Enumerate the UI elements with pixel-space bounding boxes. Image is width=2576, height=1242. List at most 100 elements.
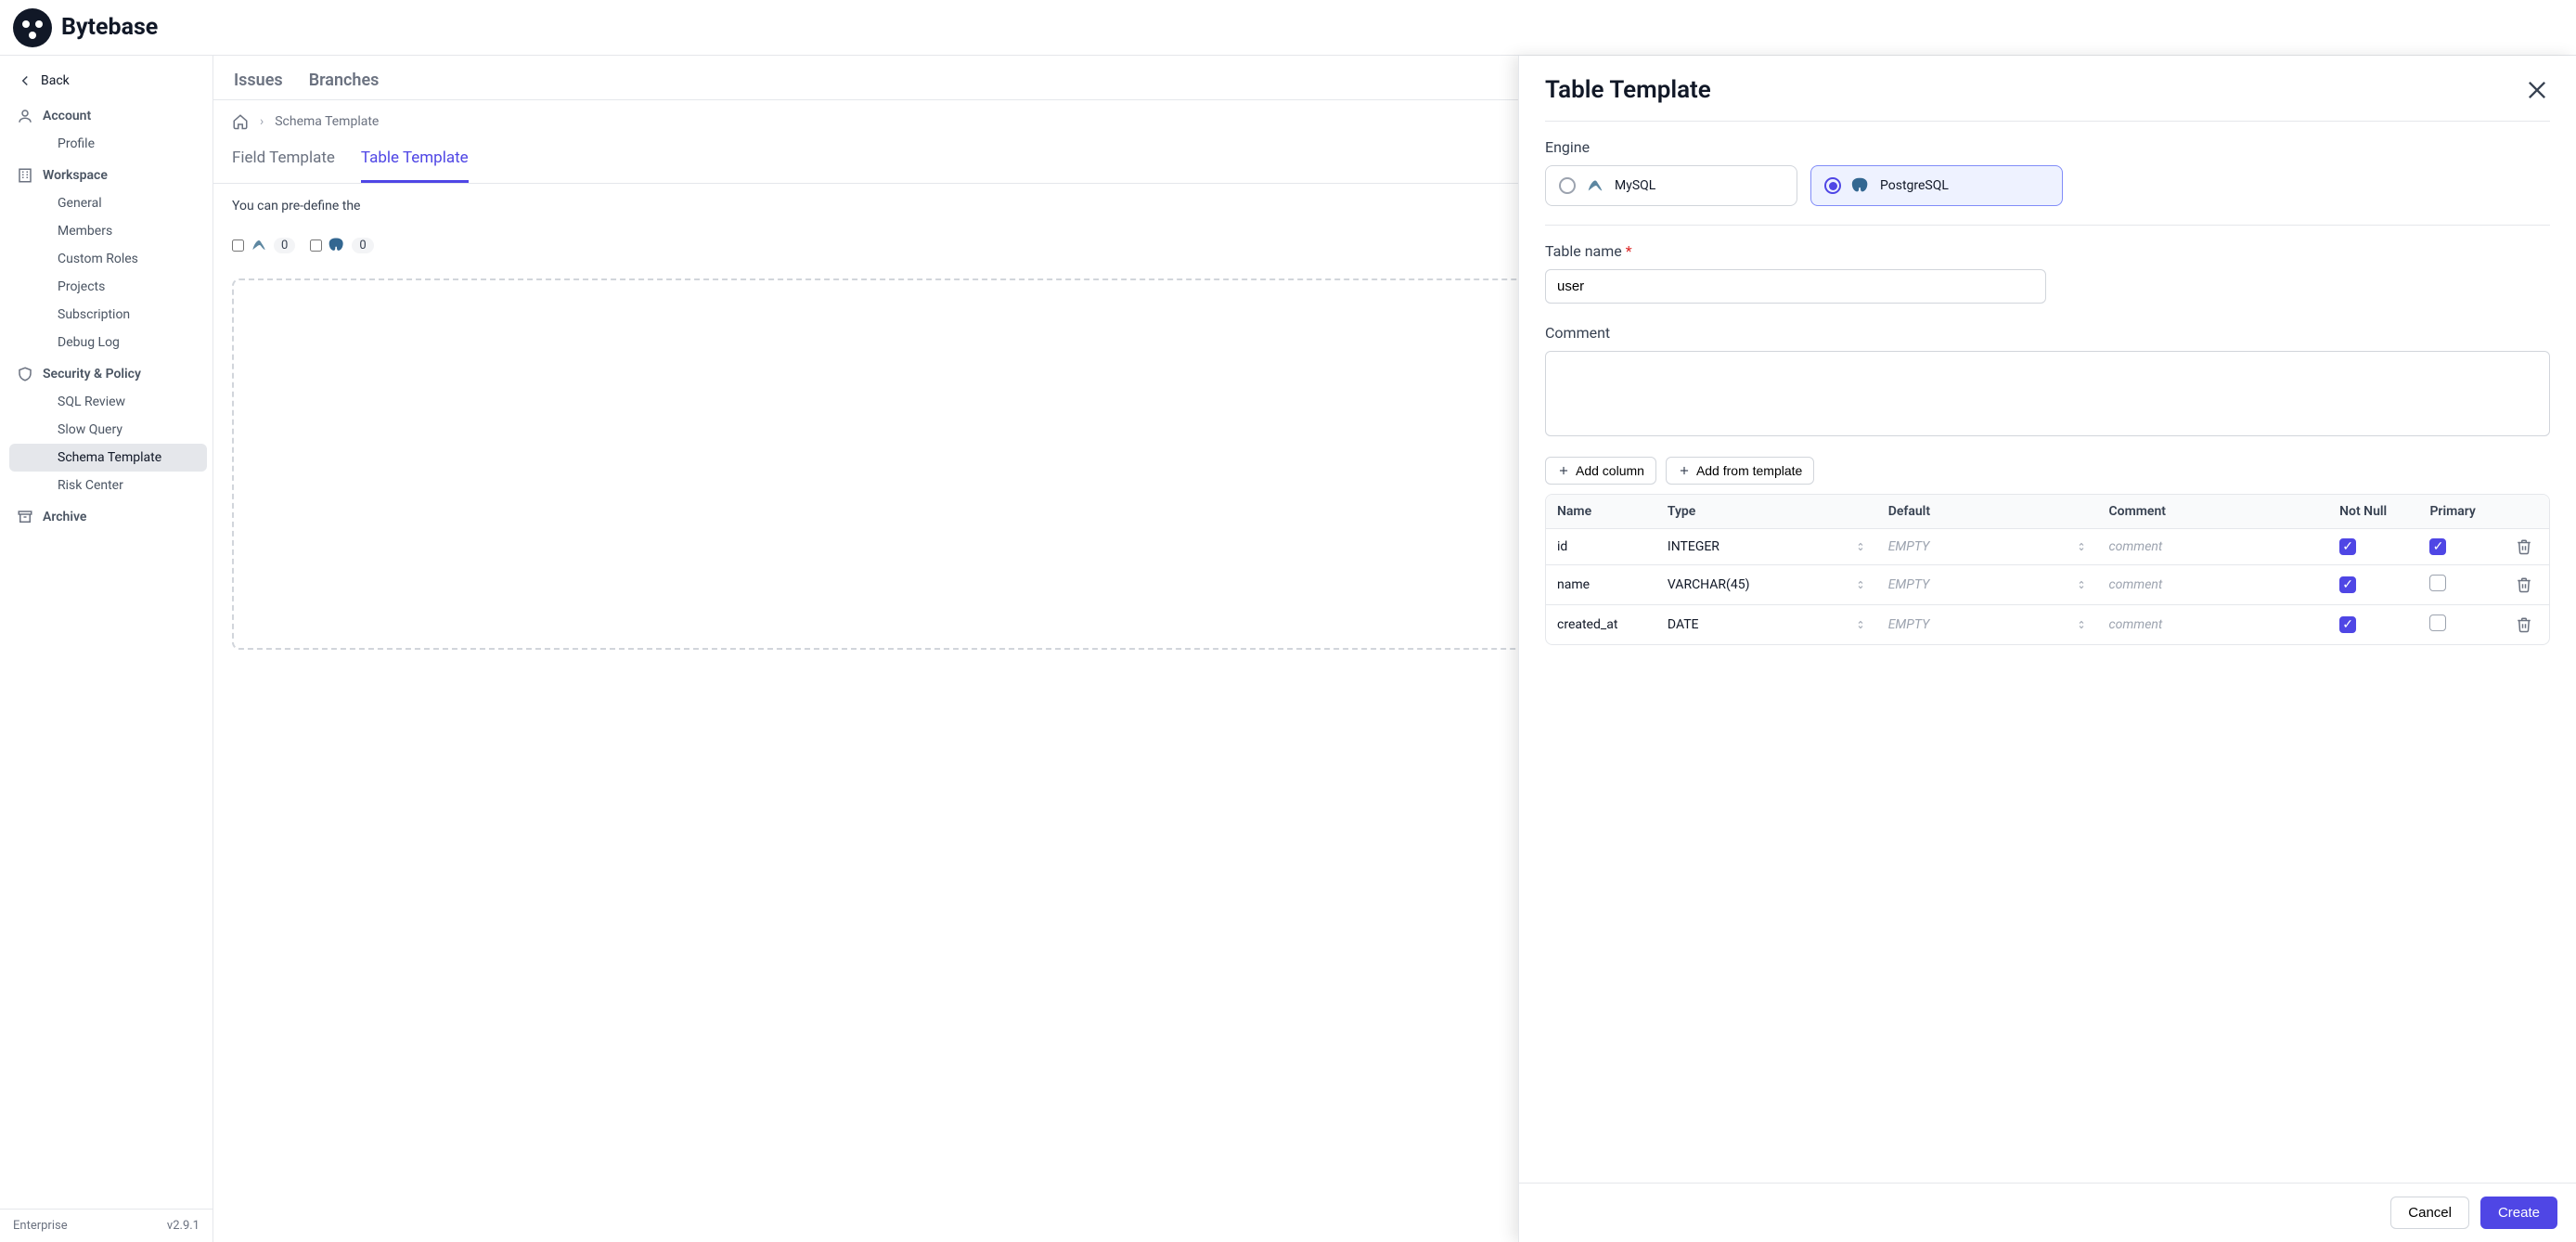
table-name-label: Table name * xyxy=(1545,242,2550,260)
section-account: Account xyxy=(4,98,213,130)
select-handle-icon[interactable] xyxy=(1855,619,1866,630)
engine-option-postgresql[interactable]: PostgreSQL xyxy=(1810,165,2063,206)
checkbox[interactable]: ✓ xyxy=(2429,538,2446,555)
select-handle-icon[interactable] xyxy=(1855,541,1866,552)
cell-type[interactable]: VARCHAR(45) xyxy=(1656,565,1877,605)
checkbox[interactable]: ✓ xyxy=(2339,576,2356,593)
engine-mysql-label: MySQL xyxy=(1615,178,1655,193)
sidebar-item-members[interactable]: Members xyxy=(9,217,207,245)
add-from-template-button[interactable]: Add from template xyxy=(1666,457,1814,485)
filter-mysql-checkbox[interactable] xyxy=(232,239,244,252)
cell-comment[interactable]: comment xyxy=(2098,529,2329,565)
filter-postgresql-checkbox[interactable] xyxy=(310,239,322,252)
radio-mysql[interactable] xyxy=(1559,177,1576,194)
plus-icon xyxy=(1557,464,1570,477)
cell-default[interactable]: EMPTY xyxy=(1877,529,2098,565)
columns-table: Name Type Default Comment Not Null Prima… xyxy=(1545,494,2550,645)
brand-bar: Bytebase xyxy=(0,0,2576,56)
th-notnull: Not Null xyxy=(2328,495,2418,529)
cell-name[interactable]: created_at xyxy=(1546,605,1656,645)
version-label: v2.9.1 xyxy=(167,1219,200,1233)
required-mark: * xyxy=(1626,242,1632,260)
filter-mysql[interactable]: 0 xyxy=(232,236,295,254)
create-button[interactable]: Create xyxy=(2480,1197,2557,1229)
trash-icon[interactable] xyxy=(2516,538,2532,555)
sidebar-item-risk-center[interactable]: Risk Center xyxy=(9,472,207,499)
table-name-input[interactable] xyxy=(1545,269,2046,304)
sidebar-item-custom-roles[interactable]: Custom Roles xyxy=(9,245,207,273)
filter-postgresql[interactable]: 0 xyxy=(310,236,373,254)
sidebar-item-subscription[interactable]: Subscription xyxy=(9,301,207,329)
sidebar-item-sql-review[interactable]: SQL Review xyxy=(9,388,207,416)
sidebar-item-debug-log[interactable]: Debug Log xyxy=(9,329,207,356)
sidebar: Back Account Profile Workspace General M… xyxy=(0,56,213,1242)
brand-logo xyxy=(13,8,52,47)
cancel-button[interactable]: Cancel xyxy=(2390,1197,2469,1229)
close-icon[interactable] xyxy=(2524,77,2550,103)
cell-type[interactable]: INTEGER xyxy=(1656,529,1877,565)
sidebar-item-projects[interactable]: Projects xyxy=(9,273,207,301)
select-handle-icon[interactable] xyxy=(2076,619,2087,630)
sidebar-item-slow-query[interactable]: Slow Query xyxy=(9,416,207,444)
trash-icon[interactable] xyxy=(2516,576,2532,593)
cell-notnull: ✓ xyxy=(2328,565,2418,605)
subtab-field-template[interactable]: Field Template xyxy=(232,139,335,183)
breadcrumb-current: Schema Template xyxy=(275,114,379,129)
cell-comment[interactable]: comment xyxy=(2098,565,2329,605)
sidebar-item-schema-template[interactable]: Schema Template xyxy=(9,444,207,472)
th-type: Type xyxy=(1656,495,1877,529)
mysql-icon xyxy=(1585,175,1605,196)
breadcrumb-sep: › xyxy=(260,114,264,129)
building-icon xyxy=(17,167,33,184)
engine-option-mysql[interactable]: MySQL xyxy=(1545,165,1797,206)
select-handle-icon[interactable] xyxy=(2076,579,2087,590)
cell-actions xyxy=(2499,605,2549,645)
select-handle-icon[interactable] xyxy=(2076,541,2087,552)
radio-postgresql[interactable] xyxy=(1824,177,1841,194)
cell-default[interactable]: EMPTY xyxy=(1877,565,2098,605)
home-icon[interactable] xyxy=(232,113,249,130)
filter-mysql-count: 0 xyxy=(274,238,295,253)
postgresql-icon xyxy=(328,236,346,254)
cell-notnull: ✓ xyxy=(2328,605,2418,645)
checkbox[interactable]: ✓ xyxy=(2339,538,2356,555)
add-column-button[interactable]: Add column xyxy=(1545,457,1656,485)
cell-type[interactable]: DATE xyxy=(1656,605,1877,645)
checkbox[interactable] xyxy=(2429,615,2446,631)
table-row: created_at DATE EMPTY comment ✓ xyxy=(1546,605,2549,645)
sidebar-item-profile[interactable]: Profile xyxy=(9,130,207,158)
cell-name[interactable]: name xyxy=(1546,565,1656,605)
cell-notnull: ✓ xyxy=(2328,529,2418,565)
user-icon xyxy=(17,108,33,124)
engine-postgresql-label: PostgreSQL xyxy=(1880,178,1949,193)
table-header-row: Name Type Default Comment Not Null Prima… xyxy=(1546,495,2549,529)
checkbox[interactable] xyxy=(2429,575,2446,591)
cell-actions xyxy=(2499,565,2549,605)
table-template-panel: Table Template Engine MySQL Pos xyxy=(1518,56,2576,1242)
postgresql-icon xyxy=(1850,175,1871,196)
comment-input[interactable] xyxy=(1545,351,2550,436)
checkbox[interactable]: ✓ xyxy=(2339,616,2356,633)
sidebar-item-archive[interactable]: Archive xyxy=(4,499,213,531)
subtab-table-template[interactable]: Table Template xyxy=(361,139,469,183)
trash-icon[interactable] xyxy=(2516,616,2532,633)
back-label: Back xyxy=(41,73,70,88)
mysql-icon xyxy=(250,236,268,254)
th-primary: Primary xyxy=(2418,495,2498,529)
section-workspace: Workspace xyxy=(4,158,213,189)
chevron-left-icon xyxy=(17,72,33,89)
cell-default[interactable]: EMPTY xyxy=(1877,605,2098,645)
engine-label: Engine xyxy=(1545,138,2550,156)
filter-postgresql-count: 0 xyxy=(352,238,373,253)
cell-comment[interactable]: comment xyxy=(2098,605,2329,645)
th-comment: Comment xyxy=(2098,495,2329,529)
select-handle-icon[interactable] xyxy=(1855,579,1866,590)
tab-branches[interactable]: Branches xyxy=(307,65,381,99)
tab-issues[interactable]: Issues xyxy=(232,65,285,99)
table-row: id INTEGER EMPTY comment ✓ ✓ xyxy=(1546,529,2549,565)
back-button[interactable]: Back xyxy=(4,63,213,98)
plus-icon xyxy=(1678,464,1691,477)
cell-name[interactable]: id xyxy=(1546,529,1656,565)
cell-primary xyxy=(2418,565,2498,605)
sidebar-item-general[interactable]: General xyxy=(9,189,207,217)
